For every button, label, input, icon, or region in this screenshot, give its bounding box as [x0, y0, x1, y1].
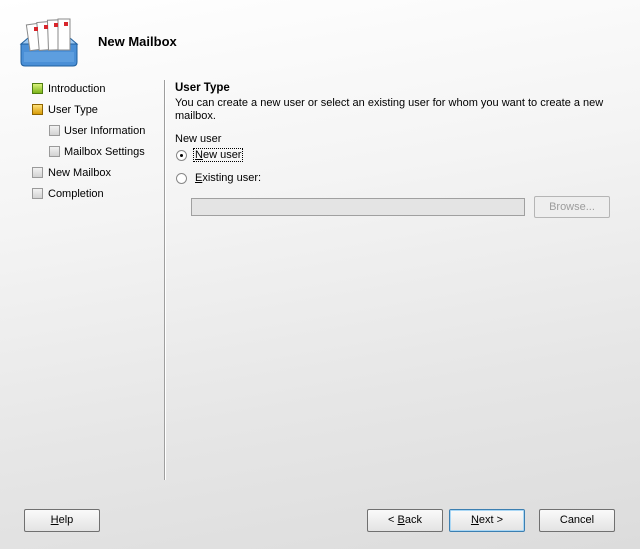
browse-button: Browse... [534, 196, 610, 218]
user-type-panel: User Type You can create a new user or s… [175, 82, 615, 191]
next-button[interactable]: Next > [449, 509, 525, 532]
wizard-header: New Mailbox [0, 0, 640, 76]
existing-user-field [191, 198, 525, 216]
step-mailbox-settings: Mailbox Settings [30, 145, 160, 166]
wizard-title: New Mailbox [98, 34, 177, 49]
step-introduction: Introduction [30, 82, 160, 103]
step-label: New Mailbox [48, 167, 111, 179]
step-pending-icon [49, 125, 60, 136]
step-label: Completion [48, 188, 104, 200]
step-user-information: User Information [30, 124, 160, 145]
existing-user-label[interactable]: Existing user: [194, 172, 262, 184]
panel-divider [164, 80, 166, 480]
section-title: User Type [175, 82, 230, 94]
section-description: You can create a new user or select an e… [175, 97, 604, 122]
existing-user-option[interactable]: Existing user: [175, 171, 615, 191]
step-pending-icon [32, 167, 43, 178]
existing-user-radio[interactable] [176, 173, 187, 184]
cancel-button[interactable]: Cancel [539, 509, 615, 532]
step-completion: Completion [30, 187, 160, 208]
step-label: User Information [64, 125, 146, 137]
mailbox-icon [19, 18, 79, 67]
new-user-label[interactable]: New user [192, 148, 244, 162]
new-user-option[interactable]: New user [175, 148, 615, 168]
step-label: Introduction [48, 83, 106, 95]
step-current-icon [32, 104, 43, 115]
step-label: Mailbox Settings [64, 146, 145, 158]
wizard-steps: Introduction User Type User Information … [30, 82, 160, 208]
step-pending-icon [49, 146, 60, 157]
step-new-mailbox: New Mailbox [30, 166, 160, 187]
step-user-type: User Type [30, 103, 160, 124]
help-button[interactable]: Help [24, 509, 100, 532]
back-button[interactable]: < Back [367, 509, 443, 532]
user-option-group-label: New user [175, 133, 222, 145]
step-label: User Type [48, 104, 98, 116]
new-user-radio[interactable] [176, 150, 187, 161]
step-complete-icon [32, 83, 43, 94]
step-pending-icon [32, 188, 43, 199]
